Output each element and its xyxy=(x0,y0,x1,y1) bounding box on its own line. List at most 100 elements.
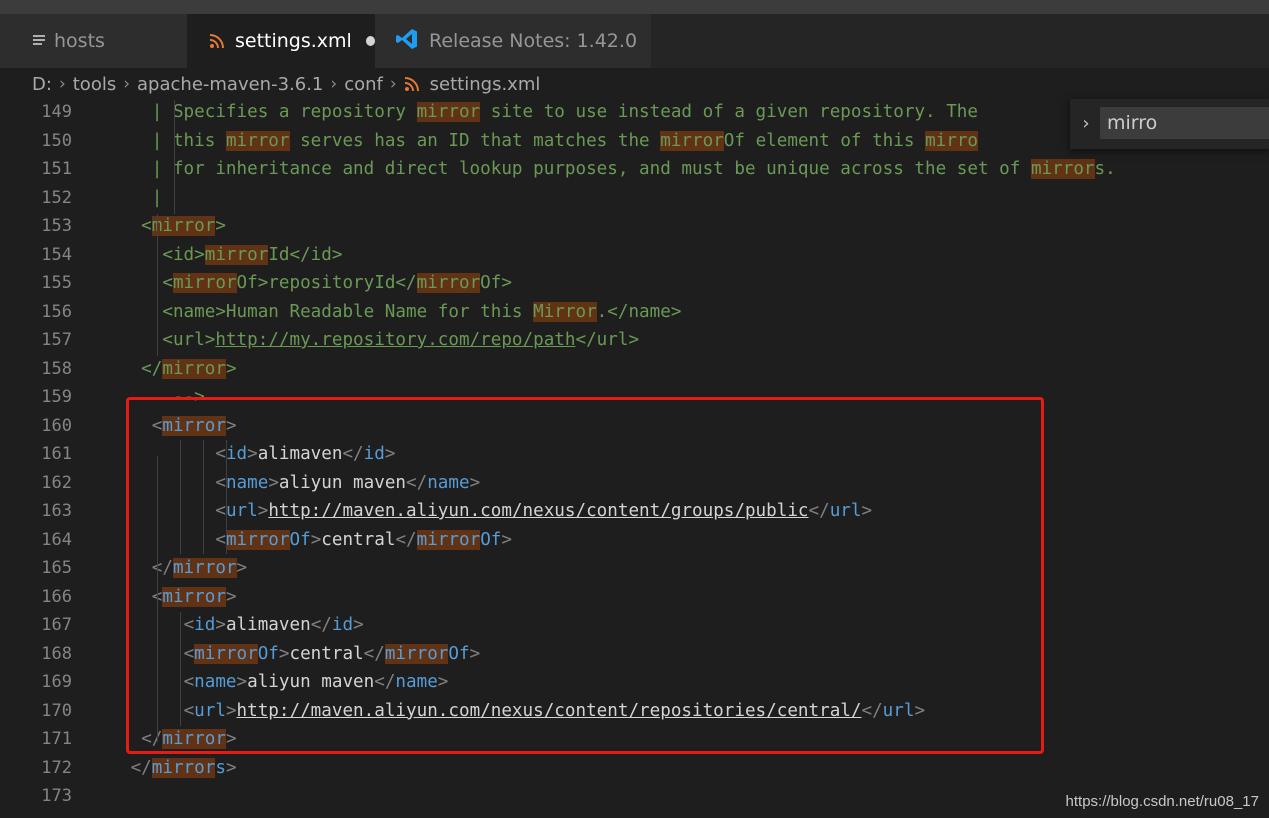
watermark: https://blog.csdn.net/ru08_17 xyxy=(1065,793,1259,810)
code-token: </ xyxy=(130,757,152,778)
chevron-right-icon: › xyxy=(58,74,66,94)
code-token: serves has an ID that matches the xyxy=(289,130,661,151)
chevron-right-icon: › xyxy=(330,74,338,94)
code-token: mirror xyxy=(151,757,216,778)
code-token: Of>repositoryId</ xyxy=(236,273,417,293)
indent-guide xyxy=(157,214,158,356)
code-token: > xyxy=(225,358,237,379)
code-token: </ xyxy=(120,358,163,379)
unsaved-dot-icon[interactable] xyxy=(365,36,375,46)
code-token: mirror xyxy=(416,102,481,122)
code-line[interactable]: </mirror> xyxy=(120,355,237,384)
tab-bar: hosts settings.xml Release Notes: 1.42.0 xyxy=(0,14,1269,68)
code-token: | xyxy=(120,187,163,208)
line-number: 149 xyxy=(41,102,72,122)
line-number: 169 xyxy=(41,672,72,692)
code-line[interactable]: | for inheritance and direct lookup purp… xyxy=(120,155,1116,184)
line-number: 172 xyxy=(41,757,72,778)
line-number: 161 xyxy=(41,444,72,464)
chevron-right-icon[interactable]: › xyxy=(1076,111,1096,137)
breadcrumb-tools[interactable]: tools xyxy=(73,74,116,95)
code-token: mirror xyxy=(1030,159,1095,179)
rss-xml-icon xyxy=(404,76,420,92)
code-token: </url> xyxy=(575,330,640,350)
line-number: 152 xyxy=(41,187,72,208)
line-number-gutter: 149 150 151 152 153 154 155 156 157 158 159 160 161 1… xyxy=(0,100,112,818)
line-number: 159 xyxy=(41,387,72,407)
line-number: 164 xyxy=(41,529,72,550)
line-number: 163 xyxy=(41,501,72,521)
find-widget: › xyxy=(1070,99,1269,149)
annotation-red-box xyxy=(126,397,1044,754)
file-lines-icon xyxy=(32,32,46,51)
code-token: mirror xyxy=(225,130,290,151)
line-number: 173 xyxy=(41,786,72,806)
code-line[interactable]: | this mirror serves has an ID that matc… xyxy=(120,127,979,156)
find-input[interactable] xyxy=(1100,107,1269,139)
line-number: 154 xyxy=(41,244,72,265)
code-line[interactable]: <id>mirrorId</id> xyxy=(120,241,342,270)
vscode-icon xyxy=(395,27,419,55)
code-token: <id> xyxy=(120,244,205,265)
chevron-right-icon: › xyxy=(123,74,131,94)
code-token: mirror xyxy=(162,358,226,379)
code-token: mirro xyxy=(925,130,979,151)
breadcrumb-file-label: settings.xml xyxy=(429,73,541,95)
code-line[interactable]: <url>http://my.repository.com/repo/path<… xyxy=(120,326,639,355)
line-number: 157 xyxy=(41,330,72,350)
breadcrumb-file[interactable]: settings.xml xyxy=(404,73,541,95)
code-token: Of element of this xyxy=(723,130,926,151)
tab-label: settings.xml xyxy=(235,30,352,52)
code-token: .</name> xyxy=(596,301,682,322)
code-token: mirror xyxy=(172,273,237,293)
line-number: 150 xyxy=(41,130,72,151)
tab-settings-xml[interactable]: settings.xml xyxy=(187,14,375,68)
code-token: < xyxy=(120,273,173,293)
code-line[interactable]: <mirrorOf>repositoryId</mirrorOf> xyxy=(120,269,512,298)
indent-guide xyxy=(174,100,175,214)
code-editor[interactable]: 149 150 151 152 153 154 155 156 157 158 159 160 161 1… xyxy=(0,100,1269,818)
code-token: > xyxy=(215,216,226,236)
breadcrumb: D: › tools › apache-maven-3.6.1 › conf ›… xyxy=(0,68,1269,100)
line-number: 171 xyxy=(41,729,72,749)
line-number: 162 xyxy=(41,472,72,493)
code-token: | Specifies a repository xyxy=(120,102,417,122)
breadcrumb-maven[interactable]: apache-maven-3.6.1 xyxy=(137,74,323,95)
rss-xml-icon xyxy=(209,33,225,49)
code-token: Of> xyxy=(480,273,512,293)
code-line[interactable]: <mirror> xyxy=(120,212,226,241)
tab-label: hosts xyxy=(54,30,105,52)
code-token: <url> xyxy=(120,330,216,350)
line-number: 155 xyxy=(41,273,72,293)
code-token: mirror xyxy=(151,216,216,236)
breadcrumb-conf[interactable]: conf xyxy=(344,74,383,95)
line-number: 151 xyxy=(41,159,72,179)
tab-hosts[interactable]: hosts xyxy=(0,14,187,68)
line-number: 156 xyxy=(41,301,72,322)
code-line[interactable]: </mirrors> xyxy=(120,754,237,783)
code-line[interactable]: <name>Human Readable Name for this Mirro… xyxy=(120,298,681,327)
code-line[interactable]: | xyxy=(120,184,163,213)
code-token: s. xyxy=(1094,159,1116,179)
line-number: 170 xyxy=(41,700,72,721)
line-number: 168 xyxy=(41,643,72,664)
tab-label: Release Notes: 1.42.0 xyxy=(429,30,638,52)
code-token: mirror xyxy=(416,273,481,293)
code-token: | this xyxy=(120,130,226,151)
line-number: 166 xyxy=(41,586,72,607)
code-token: | for inheritance and direct lookup purp… xyxy=(120,159,1031,179)
chevron-right-icon: › xyxy=(389,74,397,94)
line-number: 167 xyxy=(41,615,72,635)
code-token: <name>Human Readable Name for this xyxy=(120,301,534,322)
breadcrumb-drive[interactable]: D: xyxy=(32,74,52,95)
title-bar xyxy=(0,0,1269,14)
tab-release-notes[interactable]: Release Notes: 1.42.0 xyxy=(375,14,651,68)
code-token: Id</id> xyxy=(268,244,343,265)
code-token: < xyxy=(120,216,152,236)
code-token: site to use instead of a given repositor… xyxy=(480,102,978,122)
code-token: > xyxy=(225,757,237,778)
code-token: mirror xyxy=(660,130,724,151)
code-line[interactable]: | Specifies a repository mirror site to … xyxy=(120,98,978,127)
line-number: 158 xyxy=(41,358,72,379)
